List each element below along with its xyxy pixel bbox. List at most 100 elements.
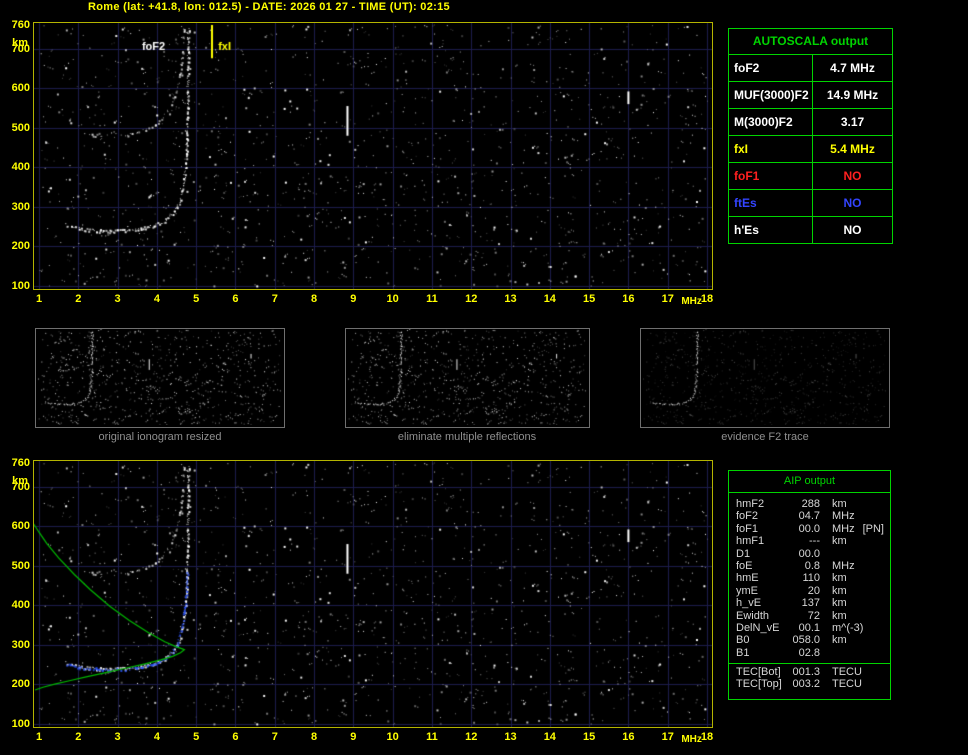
x-tick-label: 4 (153, 293, 160, 305)
x-tick-label: 2 (75, 293, 82, 305)
autoscala-table-rows: foF2 4.7 MHz MUF(3000)F2 14.9 MHz M(3000)F2 3… (729, 55, 892, 243)
aip-param-label: hmE (736, 572, 759, 585)
aip-param-value: 288 (801, 498, 820, 510)
autoscala-param-label: MUF(3000)F2 (729, 82, 813, 108)
aip-row: B1 02.8 (736, 647, 886, 659)
x-tick-label: 13 (504, 731, 517, 743)
ionogram-canvas-bottom (34, 461, 712, 727)
autoscala-param-value: NO (843, 223, 862, 237)
station-date-header: Rome (lat: +41.8, lon: 012.5) - DATE: 20… (88, 1, 450, 13)
x-tick-label: 3 (114, 293, 121, 305)
x-tick-label: 16 (622, 293, 635, 305)
aip-row: B0 058.0 km (736, 634, 886, 646)
aip-row: D1 00.0 (736, 548, 886, 560)
y-tick-label: 760 (11, 19, 30, 31)
aip-param-value: 110 (802, 572, 820, 585)
autoscala-param-label: ftEs (729, 190, 813, 216)
autoscala-param-label: M(3000)F2 (729, 109, 813, 135)
y-axis-unit: km (12, 37, 28, 49)
autoscala-param-label: foF1 (729, 163, 813, 189)
aip-param-label: h_vE (736, 597, 762, 610)
y-tick-label: 200 (11, 678, 30, 691)
ionogram-plot-bottom (33, 460, 713, 728)
x-tick-label: 17 (661, 293, 674, 305)
aip-param-unit: km (832, 572, 847, 585)
aip-param-value: 72 (807, 609, 820, 622)
y-tick-label: 300 (11, 638, 30, 651)
autoscala-row: ftEs NO (729, 190, 892, 217)
aip-table-rows: hmF2 288 km foF2 04.7 MHz foF1 00.0 MHz [PN] hmF1 -… (729, 493, 890, 659)
aip-row: TEC[Top] 003.2 TECU (736, 678, 886, 690)
aip-row: h_vE 137 km (736, 597, 886, 609)
autoscala-output-screen: Rome (lat: +41.8, lon: 012.5) - DATE: 20… (0, 0, 968, 755)
aip-table: AIP output hmF2 288 km foF2 04.7 MHz foF1 00.0 M… (728, 470, 891, 700)
autoscala-param-value: NO (843, 169, 862, 183)
aip-row: hmF1 --- km (736, 535, 886, 547)
ionogram-plot-top (33, 22, 713, 290)
x-tick-label: 5 (193, 293, 200, 305)
thumbnail-canvas-evidence-f2 (641, 329, 887, 425)
autoscala-param-value: NO (843, 196, 862, 210)
y-tick-label: 400 (11, 161, 30, 174)
thumbnail-canvas-eliminate-multiples (346, 329, 587, 425)
aip-param-unit: MHz (832, 510, 855, 523)
aip-param-note: [PN] (862, 522, 884, 535)
x-axis-unit: MHz (681, 734, 702, 745)
aip-param-label: TEC[Top] (736, 678, 782, 691)
x-tick-label: 9 (350, 293, 357, 305)
aip-param-unit: MHz (832, 522, 855, 535)
aip-param-value: 02.8 (798, 646, 820, 659)
aip-table-title: AIP output (729, 471, 890, 493)
x-tick-label: 16 (622, 731, 635, 743)
aip-param-label: ymE (736, 584, 758, 597)
aip-param-value: 0.8 (804, 559, 820, 572)
aip-param-unit: km (832, 535, 847, 548)
aip-param-unit: km (832, 609, 847, 622)
thumbnail-evidence-f2-trace (640, 328, 890, 428)
y-axis-unit: km (12, 475, 28, 487)
aip-param-value: 20 (807, 584, 820, 597)
x-tick-label: 11 (426, 731, 438, 743)
aip-row: hmE 110 km (736, 572, 886, 584)
x-tick-label: 7 (271, 293, 278, 305)
autoscala-row: fxI 5.4 MHz (729, 136, 892, 163)
x-tick-label: 10 (386, 293, 399, 305)
aip-param-unit: m^(-3) (832, 621, 864, 634)
autoscala-row: M(3000)F2 3.17 (729, 109, 892, 136)
autoscala-param-value: 3.17 (840, 115, 865, 129)
autoscala-param-label: fxI (729, 136, 813, 162)
aip-param-value: 058.0 (792, 634, 820, 647)
x-tick-label: 5 (193, 731, 200, 743)
autoscala-param-value: 14.9 MHz (826, 88, 879, 102)
aip-param-value: 04.7 (798, 510, 820, 523)
aip-row: hmF2 288 km (736, 498, 886, 510)
x-axis-unit: MHz (681, 296, 702, 307)
autoscala-table: AUTOSCALA output foF2 4.7 MHz MUF(3000)F2 1… (728, 28, 893, 244)
autoscala-param-label: h'Es (729, 217, 813, 243)
x-tick-label: 8 (310, 731, 318, 743)
y-tick-label: 500 (11, 121, 30, 134)
y-tick-label: 300 (11, 200, 30, 213)
aip-param-value: 137 (801, 597, 820, 610)
aip-param-unit: km (832, 584, 847, 597)
aip-param-value: 00.1 (798, 621, 820, 634)
aip-param-label: hmF2 (736, 498, 765, 510)
aip-row: ymE 20 km (736, 585, 886, 597)
autoscala-row: foF2 4.7 MHz (729, 55, 892, 82)
autoscala-row: h'Es NO (729, 217, 892, 243)
aip-row: foE 0.8 MHz (736, 560, 886, 572)
x-tick-label: 4 (153, 731, 160, 743)
autoscala-param-value: 5.4 MHz (830, 142, 875, 156)
thumbnail-caption-eliminate: eliminate multiple reflections (397, 431, 537, 443)
x-tick-label: 9 (350, 731, 357, 743)
aip-param-label: foF2 (736, 510, 759, 523)
aip-param-label: B1 (736, 646, 750, 659)
x-tick-label: 15 (582, 293, 596, 305)
x-tick-label: 13 (504, 293, 517, 305)
aip-param-label: B0 (736, 634, 750, 647)
aip-param-label: DelN_vE (736, 621, 780, 634)
aip-param-label: TEC[Bot] (736, 666, 781, 679)
y-tick-label: 760 (11, 457, 30, 469)
y-tick-label: 100 (11, 280, 30, 292)
aip-row: Ewidth 72 km (736, 610, 886, 622)
